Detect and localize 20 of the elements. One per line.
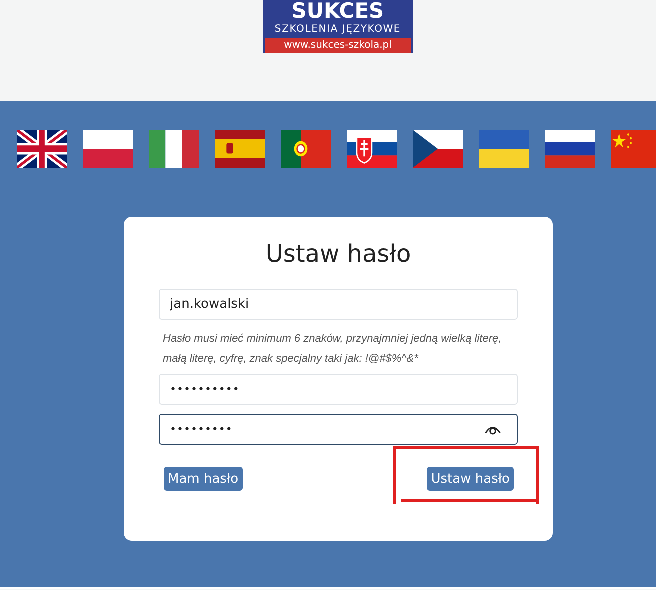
- logo-tagline: SZKOLENIA JĘZYKOWE: [274, 23, 402, 37]
- password-field[interactable]: ••••••••••: [159, 374, 518, 405]
- poland-flag-icon[interactable]: [83, 130, 133, 168]
- china-flag-icon[interactable]: [611, 130, 656, 168]
- russia-flag-icon[interactable]: [545, 130, 595, 168]
- portugal-flag-icon[interactable]: [281, 130, 331, 168]
- logo-url: www.sukces-szkola.pl: [265, 38, 411, 53]
- spain-flag-icon[interactable]: [215, 130, 265, 168]
- uk-flag-icon[interactable]: [17, 130, 67, 168]
- slovakia-flag-icon[interactable]: [347, 130, 397, 168]
- set-password-button[interactable]: Ustaw hasło: [427, 467, 514, 491]
- italy-flag-icon[interactable]: [149, 130, 199, 168]
- username-field[interactable]: jan.kowalski: [159, 289, 518, 320]
- form-title: Ustaw hasło: [264, 239, 412, 270]
- ukraine-flag-icon[interactable]: [479, 130, 529, 168]
- password-field[interactable]: •••••••••: [159, 414, 518, 445]
- password-hint: Hasło musi mieć minimum 6 znaków, przynajmniej jedną wielką literę, małą literę, cyfrę, znak specjalny taki jak: !@#$%^&*: [163, 332, 503, 367]
- logo-name: SUKCES: [292, 0, 384, 22]
- czech-flag-icon[interactable]: [413, 130, 463, 168]
- have-password-button[interactable]: Mam hasło: [164, 467, 243, 491]
